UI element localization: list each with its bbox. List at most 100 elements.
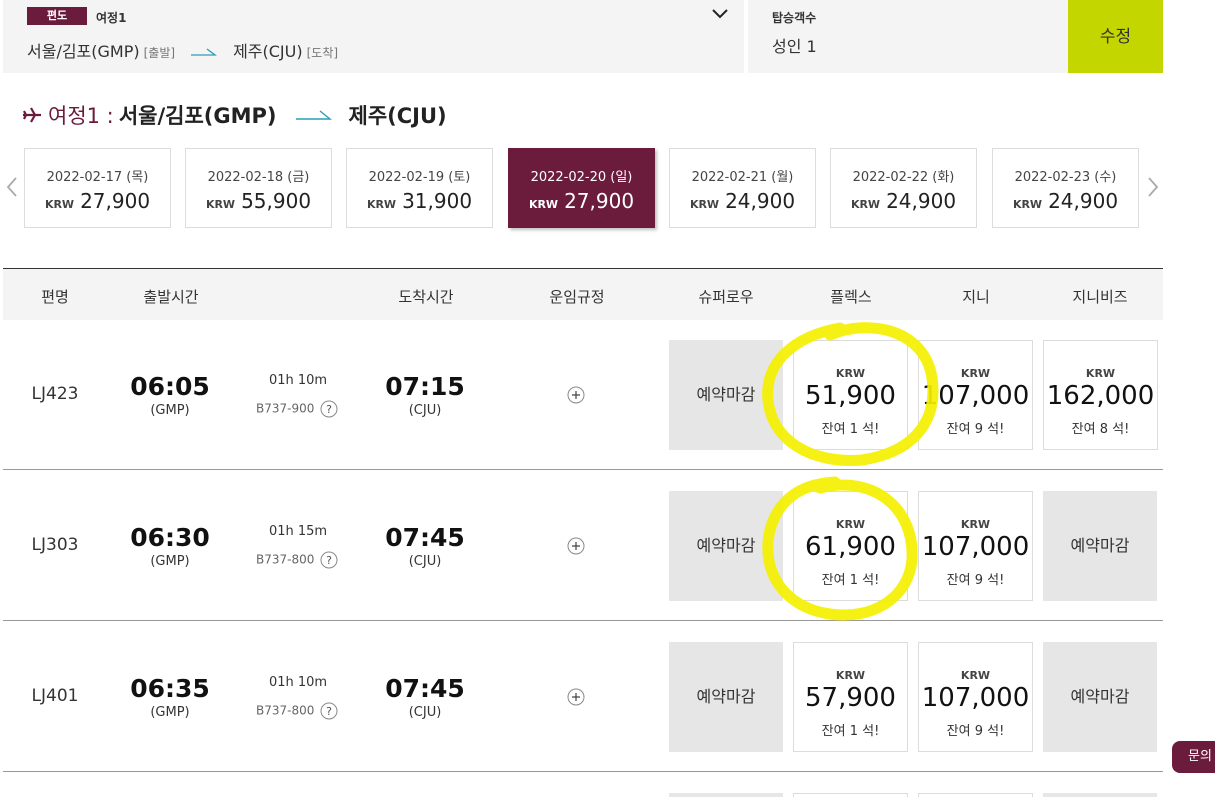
seats-remaining: 잔여 9 석!: [946, 573, 1005, 588]
dep-airport: (GMP): [150, 554, 190, 569]
search-summary[interactable]: 편도 여정1 서울/김포(GMP) [출발] 제주(CJU) [도착]: [3, 0, 744, 73]
fare-currency: KRW: [960, 367, 991, 380]
seats-remaining: 잔여 1 석!: [821, 724, 880, 739]
arr-time: 07:45: [385, 674, 465, 703]
fare-price: 51,900: [805, 381, 896, 411]
fare-price: 107,000: [921, 532, 1030, 562]
date-price: 27,900: [80, 189, 151, 213]
fare-box-flex[interactable]: KRW 61,900 잔여 1 석!: [793, 491, 908, 601]
date-card[interactable]: 2022-02-23 (수) KRW 24,900: [992, 148, 1139, 228]
fare-price: 162,000: [1046, 381, 1155, 411]
flight-number: LJ401: [31, 686, 79, 706]
route-arrow-icon: [295, 110, 332, 120]
fare-currency: KRW: [1085, 367, 1116, 380]
plane-icon: [23, 107, 41, 123]
date-card[interactable]: 2022-02-21 (월) KRW 24,900: [669, 148, 816, 228]
departure-time: 06:30 (GMP): [130, 523, 210, 569]
dep-airport: (GMP): [150, 403, 190, 418]
fare-box-jini[interactable]: KRW 107,000 잔여 9 석!: [918, 340, 1033, 450]
dep-time: 06:35: [130, 674, 210, 703]
header-arrival: 도착시간: [398, 288, 454, 306]
flight-duration: 01h 15m: [268, 524, 328, 539]
header-flex: 플렉스: [830, 288, 872, 306]
date-card[interactable]: 2022-02-17 (목) KRW 27,900: [24, 148, 171, 228]
date-label: 2022-02-20 (일): [530, 170, 633, 185]
date-card-selected[interactable]: 2022-02-20 (일) KRW 27,900: [508, 148, 655, 228]
question-icon[interactable]: ?: [320, 702, 338, 720]
date-label: 2022-02-23 (수): [1014, 170, 1117, 185]
date-label: 2022-02-17 (목): [46, 170, 149, 185]
date-label: 2022-02-18 (금): [207, 170, 310, 185]
header-flight: 편명: [41, 288, 69, 306]
prev-arrow-icon[interactable]: [5, 172, 19, 202]
aircraft-label: B737-900: [256, 401, 315, 416]
arr-airport: (CJU): [408, 705, 442, 720]
passenger-label: 탑승객수: [772, 11, 817, 25]
departure-time: 06:05 (GMP): [130, 372, 210, 418]
destination-city: 제주(CJU): [233, 42, 303, 61]
fare-closed-super-low: 예약마감: [669, 340, 783, 450]
aircraft-label: B737-800: [256, 703, 315, 718]
dep-time: 06:30: [130, 523, 210, 552]
seats-remaining: 잔여 9 석!: [946, 422, 1005, 437]
arrival-time: 07:45 (CJU): [385, 523, 465, 569]
seats-remaining: 잔여 9 석!: [946, 724, 1005, 739]
currency-label: KRW: [528, 198, 559, 211]
origin-city: 서울/김포(GMP): [27, 42, 140, 61]
row-divider: [3, 469, 1163, 470]
itinerary-destination: 제주(CJU): [348, 104, 447, 128]
destination-tag: [도착]: [306, 46, 339, 60]
fare-price: 61,900: [805, 532, 896, 562]
aircraft-label: B737-800: [256, 552, 315, 567]
edit-search-button[interactable]: 수정: [1068, 0, 1163, 73]
fare-currency: KRW: [960, 518, 991, 531]
header-super-low: 슈퍼로우: [698, 288, 754, 306]
seats-remaining: 잔여 8 석!: [1071, 422, 1130, 437]
header-fare-rules: 운임규정: [549, 288, 605, 306]
fare-currency: KRW: [835, 518, 866, 531]
question-icon[interactable]: ?: [320, 400, 338, 418]
plus-circle-icon[interactable]: [566, 536, 586, 556]
fare-box-jini[interactable]: KRW 107,000 잔여 9 석!: [918, 642, 1033, 752]
passenger-value: 성인 1: [772, 37, 817, 56]
date-card[interactable]: 2022-02-19 (토) KRW 31,900: [346, 148, 493, 228]
chevron-down-icon[interactable]: [708, 4, 732, 24]
itinerary-heading: 여정1 : 서울/김포(GMP) 제주(CJU): [22, 100, 447, 132]
plus-circle-icon[interactable]: [566, 385, 586, 405]
fare-box-jini[interactable]: KRW 107,000 잔여 9 석!: [918, 491, 1033, 601]
itinerary-origin: 서울/김포(GMP): [118, 104, 277, 128]
fare-price: 107,000: [921, 381, 1030, 411]
fare-box-flex[interactable]: KRW 57,900 잔여 1 석!: [793, 642, 908, 752]
header-jini: 지니: [962, 288, 990, 306]
currency-label: KRW: [44, 198, 75, 211]
trip-label: 여정1: [96, 11, 127, 25]
currency-label: KRW: [205, 198, 236, 211]
fare-box-flex[interactable]: KRW 51,900 잔여 1 석!: [793, 340, 908, 450]
dep-airport: (GMP): [150, 705, 190, 720]
header-departure: 출발시간: [143, 288, 199, 306]
plus-circle-icon[interactable]: [566, 687, 586, 707]
flight-duration: 01h 10m: [268, 675, 328, 690]
inquiry-button[interactable]: 문의: [1172, 741, 1215, 773]
fare-closed-partial: [1043, 793, 1157, 797]
itinerary-label: 여정1 :: [48, 104, 114, 128]
date-price: 24,900: [886, 189, 957, 213]
header-jini-biz: 지니비즈: [1072, 288, 1128, 306]
route-arrow-icon: [191, 48, 218, 56]
departure-time: 06:35 (GMP): [130, 674, 210, 720]
fare-box-jini-biz[interactable]: KRW 162,000 잔여 8 석!: [1043, 340, 1158, 450]
seats-remaining: 잔여 1 석!: [821, 573, 880, 588]
currency-label: KRW: [366, 198, 397, 211]
date-card[interactable]: 2022-02-22 (화) KRW 24,900: [830, 148, 977, 228]
flight-number: LJ423: [31, 384, 79, 404]
flight-duration: 01h 10m: [268, 373, 328, 388]
next-arrow-icon[interactable]: [1146, 172, 1160, 202]
currency-label: KRW: [850, 198, 881, 211]
row-divider: [3, 771, 1163, 772]
fare-closed-jini-biz: 예약마감: [1043, 642, 1157, 752]
passenger-summary[interactable]: 탑승객수 성인 1: [748, 0, 1068, 73]
question-icon[interactable]: ?: [320, 551, 338, 569]
svg-text:?: ?: [326, 403, 332, 416]
date-card[interactable]: 2022-02-18 (금) KRW 55,900: [185, 148, 332, 228]
fare-currency: KRW: [835, 367, 866, 380]
